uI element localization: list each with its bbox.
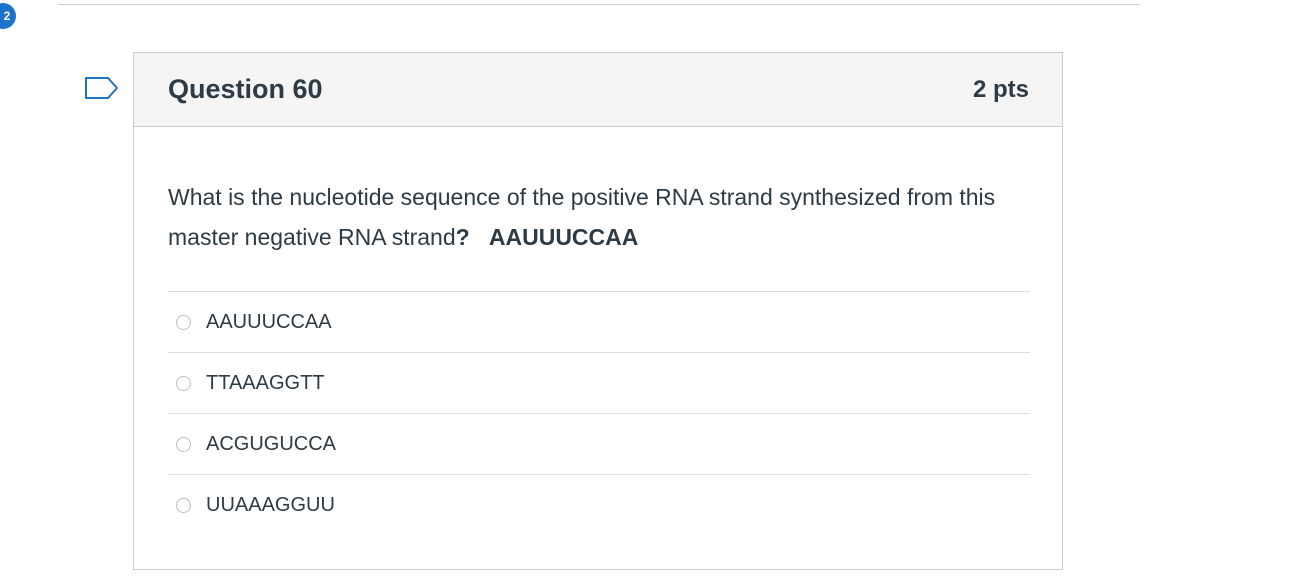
radio-button[interactable] [176,375,191,391]
question-title: Question 60 [168,74,323,104]
radio-button[interactable] [176,436,191,452]
answer-option[interactable]: UUAAAGGUU [168,474,1030,535]
question-sequence: AAUUUCCAA [488,224,639,250]
question-points: 2 pts [972,75,1029,103]
quiz-page: 2 Question 60 2 pts What is the nucleoti… [0,0,1316,588]
badge-number: 2 [3,9,11,23]
question-text: What is the nucleotide sequence of the p… [168,177,1030,257]
question-header: Question 60 2 pts [134,53,1062,127]
top-divider [58,4,1140,5]
answer-label: AAUUUCCAA [206,310,332,333]
answer-option[interactable]: TTAAAGGTT [168,352,1030,413]
answer-option[interactable]: AAUUUCCAA [168,291,1030,352]
answer-label: TTAAAGGTT [206,371,325,394]
answer-option[interactable]: ACGUGUCCA [168,413,1030,474]
radio-button[interactable] [176,314,191,330]
question-mark: ? [455,224,470,250]
radio-button[interactable] [176,497,191,513]
question-number-badge[interactable]: 2 [0,3,16,29]
answer-label: UUAAAGGUU [206,493,335,516]
answer-label: ACGUGUCCA [206,432,337,455]
flag-question-icon[interactable] [84,76,120,100]
answer-list: AAUUUCCAA TTAAAGGTT ACGUGUCCA UUAAAGGUU [168,291,1030,535]
question-card: Question 60 2 pts What is the nucleotide… [133,52,1063,570]
